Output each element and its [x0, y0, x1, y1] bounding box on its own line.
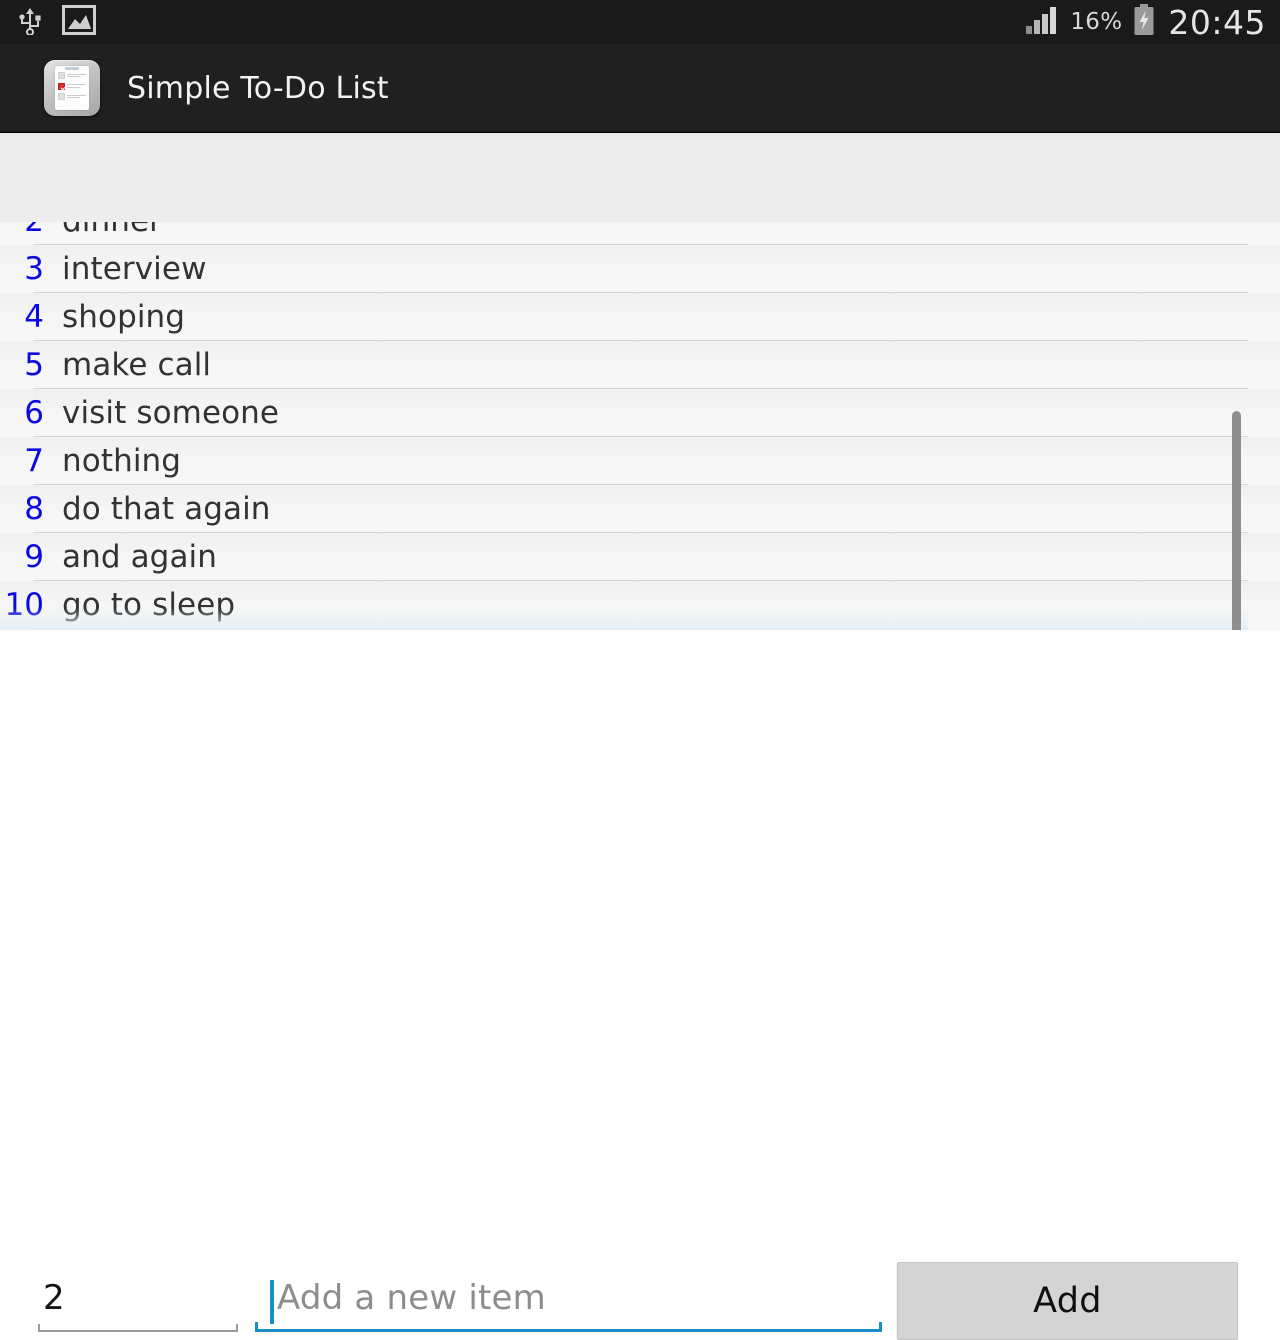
todo-list[interactable]: 2 dinner 3 interview 4 shoping 5 make ca… — [0, 222, 1280, 630]
list-item-label: nothing — [62, 442, 182, 479]
list-item[interactable]: 10 go to sleep — [0, 581, 1280, 629]
page-title: Simple To-Do List — [127, 70, 389, 106]
list-item[interactable]: 7 nothing — [0, 437, 1280, 485]
battery-charging-icon — [1132, 4, 1156, 40]
add-button[interactable]: Add — [897, 1262, 1238, 1340]
usb-icon — [16, 5, 44, 39]
scrollbar-thumb[interactable] — [1232, 411, 1241, 630]
list-item-number: 8 — [24, 490, 44, 527]
vertical-scrollbar[interactable] — [1232, 411, 1241, 630]
list-item-label: dinner — [62, 222, 162, 237]
bottom-input-bar: 2 Add a new item Add — [0, 630, 1280, 1340]
quantity-input[interactable]: 2 — [38, 1270, 238, 1332]
list-item[interactable]: 4 shoping — [0, 293, 1280, 341]
list-item-number: 4 — [24, 298, 44, 335]
image-icon — [62, 5, 96, 39]
list-item-label: shoping — [62, 298, 186, 335]
new-item-input-underline — [255, 1322, 882, 1332]
new-item-input-placeholder: Add a new item — [277, 1278, 546, 1318]
list-item-number: 3 — [24, 250, 44, 287]
app-title-bar: Simple To-Do List — [0, 44, 1280, 133]
status-bar-right-status: 16% 20:45 — [1026, 4, 1280, 40]
list-item[interactable]: 8 do that again — [0, 485, 1280, 533]
list-item-number: 10 — [4, 586, 44, 623]
quantity-input-underline — [38, 1324, 238, 1332]
todo-list-inner: 2 dinner 3 interview 4 shoping 5 make ca… — [0, 222, 1280, 629]
list-item[interactable]: 9 and again — [0, 533, 1280, 581]
list-item-label: make call — [62, 346, 212, 383]
list-item-number: 9 — [24, 538, 44, 575]
list-item-number: 2 — [0, 222, 44, 237]
list-item-number: 5 — [24, 346, 44, 383]
signal-bars-icon — [1026, 6, 1060, 38]
add-button-label: Add — [1033, 1281, 1102, 1321]
text-cursor — [270, 1280, 274, 1324]
list-item-number: 7 — [24, 442, 44, 479]
quantity-input-value: 2 — [43, 1278, 65, 1318]
list-item-label: do that again — [62, 490, 271, 527]
list-item[interactable]: 6 visit someone — [0, 389, 1280, 437]
list-item-label: visit someone — [62, 394, 280, 431]
content-area: 2 dinner 3 interview 4 shoping 5 make ca… — [0, 133, 1280, 630]
battery-percent-label: 16% — [1070, 9, 1123, 35]
status-bar-left-icons — [0, 5, 96, 39]
list-item-label: and again — [62, 538, 218, 575]
clipboard-checklist-icon — [44, 60, 100, 116]
status-bar: 16% 20:45 — [0, 0, 1280, 44]
list-item[interactable]: 3 interview — [0, 245, 1280, 293]
new-item-input[interactable]: Add a new item — [255, 1270, 882, 1332]
list-item-label: interview — [62, 250, 207, 287]
list-item-label: go to sleep — [62, 586, 236, 623]
clock-label: 20:45 — [1168, 2, 1266, 42]
list-item-number: 6 — [24, 394, 44, 431]
list-item[interactable]: 2 dinner — [0, 222, 1280, 245]
list-item[interactable]: 5 make call — [0, 341, 1280, 389]
